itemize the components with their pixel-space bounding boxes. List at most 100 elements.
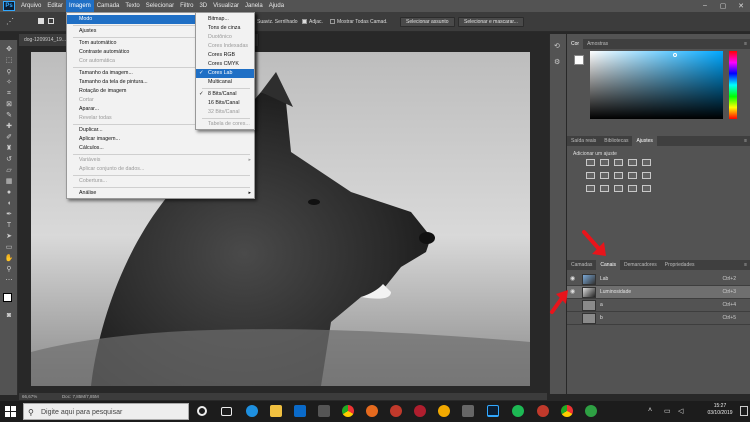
eyedropper-tool-icon[interactable]: ✎ [4,112,14,120]
selective-color-icon[interactable] [642,185,651,192]
maximize-button[interactable]: ▢ [714,2,732,10]
app-gray-icon[interactable] [462,405,474,417]
photo-filter-icon[interactable] [628,172,637,179]
menu-3d[interactable]: 3D [196,0,210,12]
menu-item[interactable]: Aplicar imagem... [67,135,254,144]
hand-tool-icon[interactable]: ✋ [4,255,14,263]
visibility-eye-icon[interactable]: ◉ [570,289,578,296]
levels-icon[interactable] [600,159,609,166]
panel-menu-icon[interactable]: ≡ [744,39,747,49]
invert-icon[interactable] [586,185,595,192]
curves-icon[interactable] [614,159,623,166]
store-icon[interactable] [294,405,306,417]
black-white-icon[interactable] [614,172,623,179]
cortana-icon[interactable] [197,406,207,416]
menu-ajuda[interactable]: Ajuda [266,0,287,12]
notifications-icon[interactable] [740,406,748,416]
posterize-icon[interactable] [600,185,609,192]
spotify-icon[interactable] [512,405,524,417]
healing-brush-tool-icon[interactable]: ✚ [4,123,14,131]
app-green-icon[interactable] [585,405,597,417]
contiguous-checkbox[interactable]: Adjac. [302,19,323,25]
add-selection-icon[interactable] [48,18,54,24]
panel-menu-icon[interactable]: ≡ [744,136,747,146]
hue-slider[interactable] [729,51,737,119]
volume-icon[interactable]: ◁ [678,407,683,415]
chrome-alt-icon[interactable] [561,405,573,417]
channel-row-a[interactable]: a Ctrl+4 [567,299,750,312]
menu-item[interactable]: 16 Bits/Canal [196,99,254,108]
marquee-tool-icon[interactable]: ⬚ [4,57,14,65]
gradient-map-icon[interactable] [628,185,637,192]
network-icon[interactable]: ▭ [664,407,671,415]
blur-tool-icon[interactable]: ● [4,189,14,197]
zoom-level[interactable]: 66,67% [19,394,37,399]
brush-tool-icon[interactable]: ✐ [4,134,14,142]
type-tool-icon[interactable]: T [4,222,14,230]
menu-arquivo[interactable]: Arquivo [18,0,44,12]
tab-camadas[interactable]: Camadas [567,260,596,270]
fg-color-swatch[interactable] [574,55,584,65]
menu-item[interactable]: Tons de cinza [196,24,254,33]
menu-item[interactable]: ✓ 8 Bits/Canal [196,90,254,99]
tab-ajustes[interactable]: Ajustes [632,136,657,146]
more-tools-icon[interactable]: ⋯ [4,277,14,285]
taskbar-search-box[interactable]: ⚲ Digite aqui para pesquisar [23,403,189,420]
menu-imagem[interactable]: Imagem [66,0,94,12]
brightness-contrast-icon[interactable] [586,159,595,166]
exposure-icon[interactable] [628,159,637,166]
app-yellow-icon[interactable] [438,405,450,417]
opera-gx-icon[interactable] [537,405,549,417]
path-selection-tool-icon[interactable]: ➤ [4,233,14,241]
magic-wand-icon[interactable]: ⋰ [6,17,14,26]
dodge-tool-icon[interactable]: ◖ [4,200,14,208]
threshold-icon[interactable] [614,185,623,192]
rectangle-tool-icon[interactable]: ▭ [4,244,14,252]
menu-editar[interactable]: Editar [44,0,66,12]
channel-mixer-icon[interactable] [642,172,651,179]
opera-icon[interactable] [414,405,426,417]
tab-bibliotecas[interactable]: Bibliotecas [600,136,632,146]
menu-item[interactable]: Cores CMYK [196,60,254,69]
tab-demarcadores[interactable]: Demarcadores [620,260,661,270]
menu-filtro[interactable]: Filtro [177,0,196,12]
anti-alias-checkbox[interactable]: Suaviz. Serrilhado [250,19,298,25]
photoshop-taskbar-icon[interactable] [487,405,499,417]
menu-camada[interactable]: Camada [94,0,123,12]
edge-icon[interactable] [246,405,258,417]
app-red-icon[interactable] [390,405,402,417]
move-tool-icon[interactable]: ✥ [4,46,14,54]
color-picker-cursor[interactable] [673,53,677,57]
menu-item[interactable]: Bitmap... [196,15,254,24]
frame-tool-icon[interactable]: ⊠ [4,101,14,109]
color-balance-icon[interactable] [600,172,609,179]
file-explorer-icon[interactable] [270,405,282,417]
channel-row-luminosidade[interactable]: ◉ Luminosidade Ctrl+3 [567,286,750,299]
channel-row-b[interactable]: b Ctrl+5 [567,312,750,325]
select-subject-button[interactable]: Selecionar assunto [400,17,455,27]
eraser-tool-icon[interactable]: ▱ [4,167,14,175]
pen-tool-icon[interactable]: ✒ [4,211,14,219]
menu-selecionar[interactable]: Selecionar [143,0,177,12]
lasso-tool-icon[interactable]: ϙ [4,68,14,76]
tab-canais[interactable]: Canais [596,260,620,270]
hue-saturation-icon[interactable] [586,172,595,179]
firefox-icon[interactable] [366,405,378,417]
new-selection-icon[interactable] [38,18,44,24]
channel-row-lab[interactable]: ◉ Lab Ctrl+2 [567,273,750,286]
crop-tool-icon[interactable]: ⌗ [4,90,14,98]
windows-start-icon[interactable] [5,406,16,417]
tab-propriedades[interactable]: Propriedades [661,260,699,270]
close-window-button[interactable]: ✕ [732,2,750,10]
tab-saida-reais[interactable]: Saída reais [567,136,600,146]
history-brush-tool-icon[interactable]: ↺ [4,156,14,164]
gradient-tool-icon[interactable]: ▦ [4,178,14,186]
tray-chevron-icon[interactable]: ˄ [648,407,652,414]
minimize-button[interactable]: – [696,2,714,10]
tab-amostras[interactable]: Amostras [583,39,612,49]
sample-all-layers-checkbox[interactable]: Mostrar Todas Camad. [330,19,387,25]
menu-texto[interactable]: Texto [122,0,142,12]
chrome-icon[interactable] [342,405,354,417]
menu-janela[interactable]: Janela [242,0,266,12]
vibrance-icon[interactable] [642,159,651,166]
